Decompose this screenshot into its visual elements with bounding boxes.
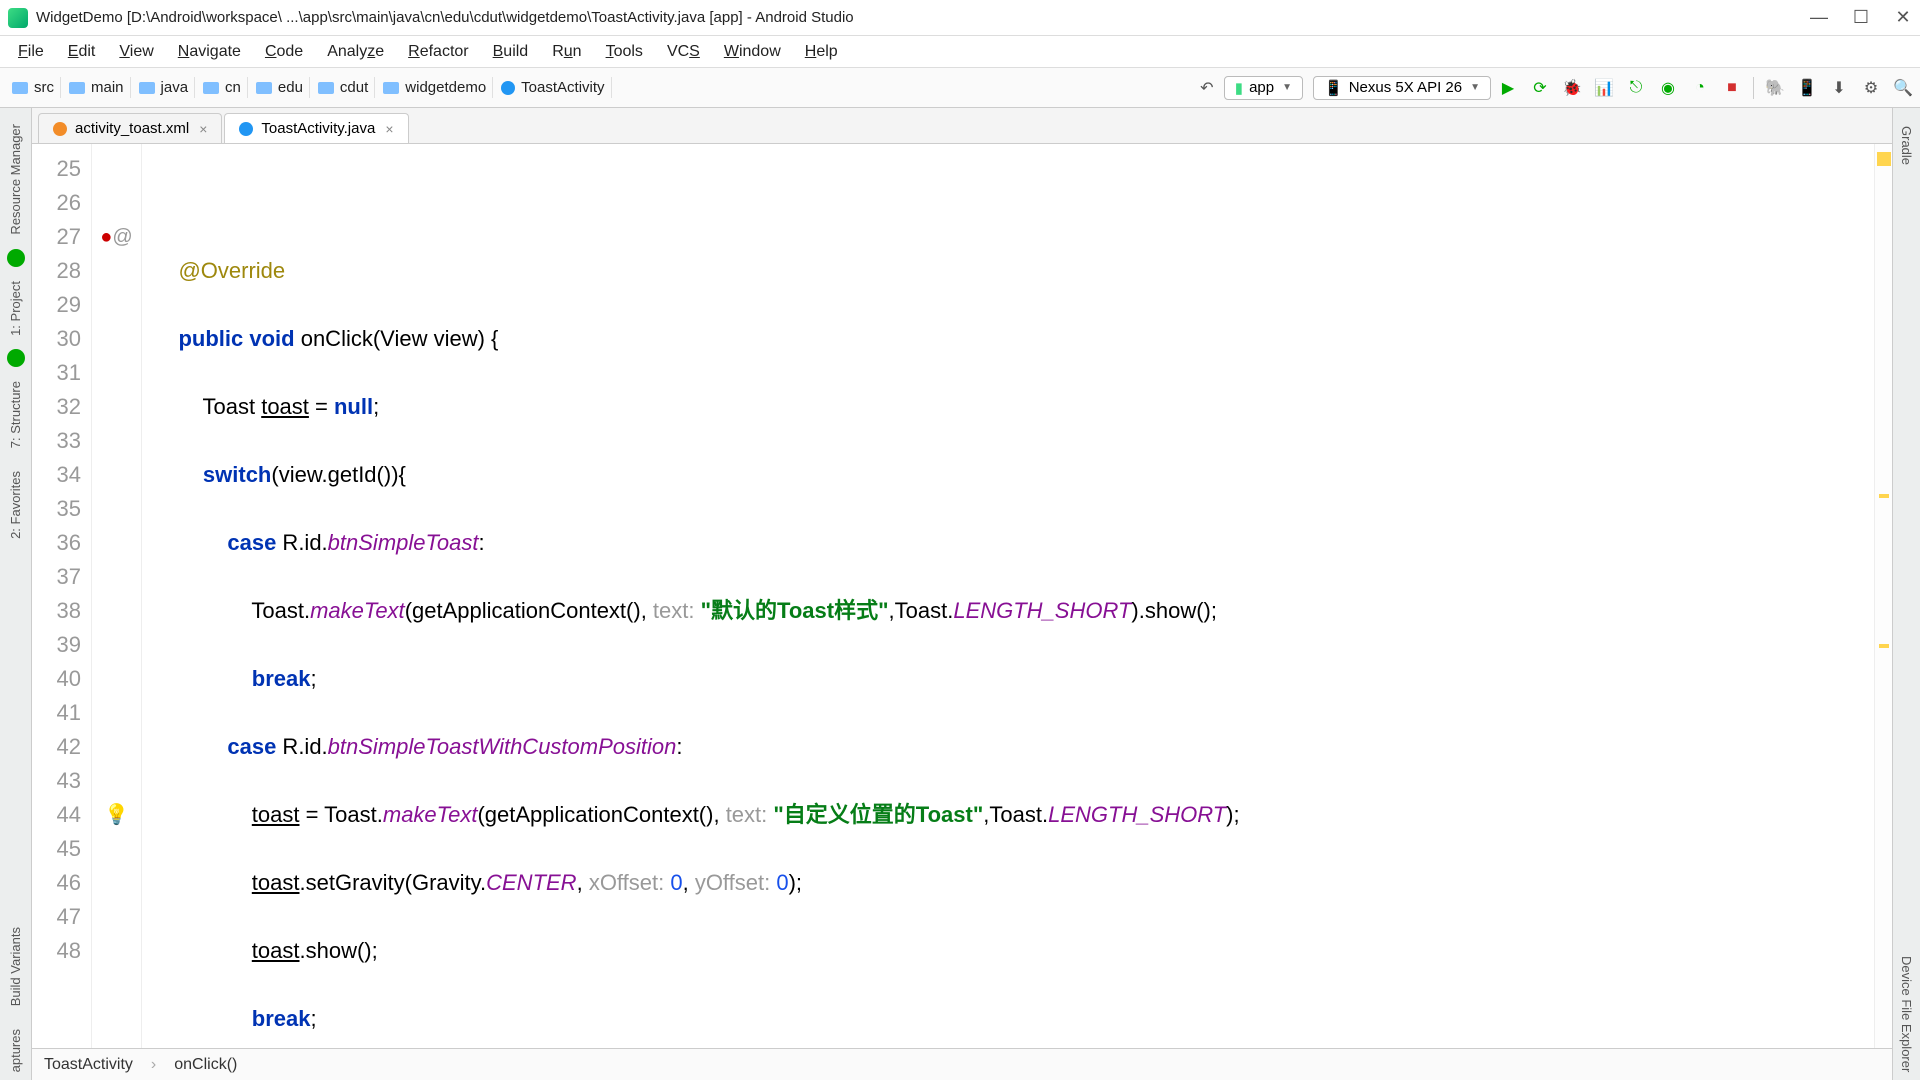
menu-view[interactable]: View — [109, 39, 163, 65]
intention-bulb-icon[interactable]: 💡 — [92, 798, 141, 832]
app-icon — [8, 8, 28, 28]
android-profiler-icon[interactable]: ◔ — [1689, 77, 1711, 99]
crumb-main[interactable]: main — [63, 77, 131, 98]
navigation-bar: src main java cn edu cdut widgetdemo Toa… — [0, 68, 1920, 108]
menu-navigate[interactable]: Navigate — [168, 39, 251, 65]
warning-mark-icon[interactable] — [1879, 644, 1889, 648]
crumb-edu[interactable]: edu — [250, 77, 310, 98]
override-marker-icon[interactable]: ●@ — [92, 220, 141, 254]
maximize-button[interactable]: ☐ — [1852, 9, 1870, 27]
menu-code[interactable]: Code — [255, 39, 313, 65]
indicator-icon — [7, 349, 25, 367]
menu-refactor[interactable]: Refactor — [398, 39, 478, 65]
menu-build[interactable]: Build — [483, 39, 539, 65]
code-editor[interactable]: 2526272829303132333435363738394041424344… — [32, 144, 1892, 1048]
editor-breadcrumb: ToastActivity › onClick() — [32, 1048, 1892, 1080]
breadcrumb-class[interactable]: ToastActivity — [44, 1056, 133, 1074]
apply-changes-icon[interactable]: ⟳ — [1529, 77, 1551, 99]
close-button[interactable]: ✕ — [1894, 9, 1912, 27]
toolwindow-favorites[interactable]: 2: Favorites — [6, 463, 25, 547]
menu-window[interactable]: Window — [714, 39, 791, 65]
toolwindow-resource-manager[interactable]: Resource Manager — [6, 116, 25, 243]
toolwindow-build-variants[interactable]: Build Variants — [6, 919, 25, 1014]
menu-analyze[interactable]: Analyze — [317, 39, 394, 65]
profiler-icon[interactable]: 📊 — [1593, 77, 1615, 99]
toolwindow-gradle[interactable]: Gradle — [1897, 118, 1916, 173]
stop-button[interactable]: ■ — [1721, 77, 1743, 99]
crumb-cdut[interactable]: cdut — [312, 77, 375, 98]
left-tool-strip: Resource Manager 1: Project 7: Structure… — [0, 108, 32, 1080]
editor-tabs: activity_toast.xml × ToastActivity.java … — [32, 108, 1892, 144]
toolwindow-project[interactable]: 1: Project — [6, 273, 25, 344]
crumb-cn[interactable]: cn — [197, 77, 248, 98]
back-icon[interactable]: ↶ — [1196, 77, 1218, 99]
crumb-widgetdemo[interactable]: widgetdemo — [377, 77, 493, 98]
menu-help[interactable]: Help — [795, 39, 848, 65]
main-menu-bar: File Edit View Navigate Code Analyze Ref… — [0, 36, 1920, 68]
code-text[interactable]: @Override public void onClick(View view)… — [142, 144, 1874, 1048]
main-area: Resource Manager 1: Project 7: Structure… — [0, 108, 1920, 1080]
crumb-java[interactable]: java — [133, 77, 196, 98]
device-selector[interactable]: 📱 Nexus 5X API 26▼ — [1313, 76, 1491, 100]
avd-manager-icon[interactable]: 📱 — [1796, 77, 1818, 99]
warning-indicator-icon — [1877, 152, 1891, 166]
right-tool-strip: Gradle Device File Explorer — [1892, 108, 1920, 1080]
window-title: WidgetDemo [D:\Android\workspace\ ...\ap… — [36, 9, 1810, 26]
search-everywhere-icon[interactable]: 🔍 — [1892, 77, 1914, 99]
project-structure-icon[interactable]: ⚙ — [1860, 77, 1882, 99]
close-tab-icon[interactable]: × — [385, 121, 393, 137]
crumb-class[interactable]: ToastActivity — [495, 77, 611, 98]
window-titlebar: WidgetDemo [D:\Android\workspace\ ...\ap… — [0, 0, 1920, 36]
close-tab-icon[interactable]: × — [199, 121, 207, 137]
sync-gradle-icon[interactable]: 🐘 — [1764, 77, 1786, 99]
menu-file[interactable]: File — [8, 39, 54, 65]
tab-activity-toast-xml[interactable]: activity_toast.xml × — [38, 113, 222, 143]
toolwindow-device-file-explorer[interactable]: Device File Explorer — [1897, 948, 1916, 1080]
toolwindow-structure[interactable]: 7: Structure — [6, 373, 25, 456]
warning-mark-icon[interactable] — [1879, 494, 1889, 498]
error-stripe[interactable] — [1874, 144, 1892, 1048]
menu-vcs[interactable]: VCS — [657, 39, 710, 65]
line-number-gutter: 2526272829303132333435363738394041424344… — [32, 144, 92, 1048]
menu-tools[interactable]: Tools — [596, 39, 653, 65]
menu-edit[interactable]: Edit — [58, 39, 106, 65]
debug-button[interactable]: 🐞 — [1561, 77, 1583, 99]
tab-toast-activity-java[interactable]: ToastActivity.java × — [224, 113, 408, 143]
breadcrumb-method[interactable]: onClick() — [174, 1056, 237, 1074]
crumb-src[interactable]: src — [6, 77, 61, 98]
coverage-icon[interactable]: ◉ — [1657, 77, 1679, 99]
editor-zone: activity_toast.xml × ToastActivity.java … — [32, 108, 1892, 1080]
minimize-button[interactable]: — — [1810, 9, 1828, 27]
attach-debugger-icon[interactable]: ⎋ — [1625, 77, 1647, 99]
run-config-selector[interactable]: ▮ app▼ — [1224, 76, 1303, 100]
menu-run[interactable]: Run — [542, 39, 591, 65]
sdk-manager-icon[interactable]: ⬇ — [1828, 77, 1850, 99]
run-button[interactable]: ▶ — [1497, 77, 1519, 99]
indicator-icon — [7, 249, 25, 267]
gutter-icons: ●@ 💡 — [92, 144, 142, 1048]
toolwindow-captures[interactable]: aptures — [6, 1021, 25, 1080]
